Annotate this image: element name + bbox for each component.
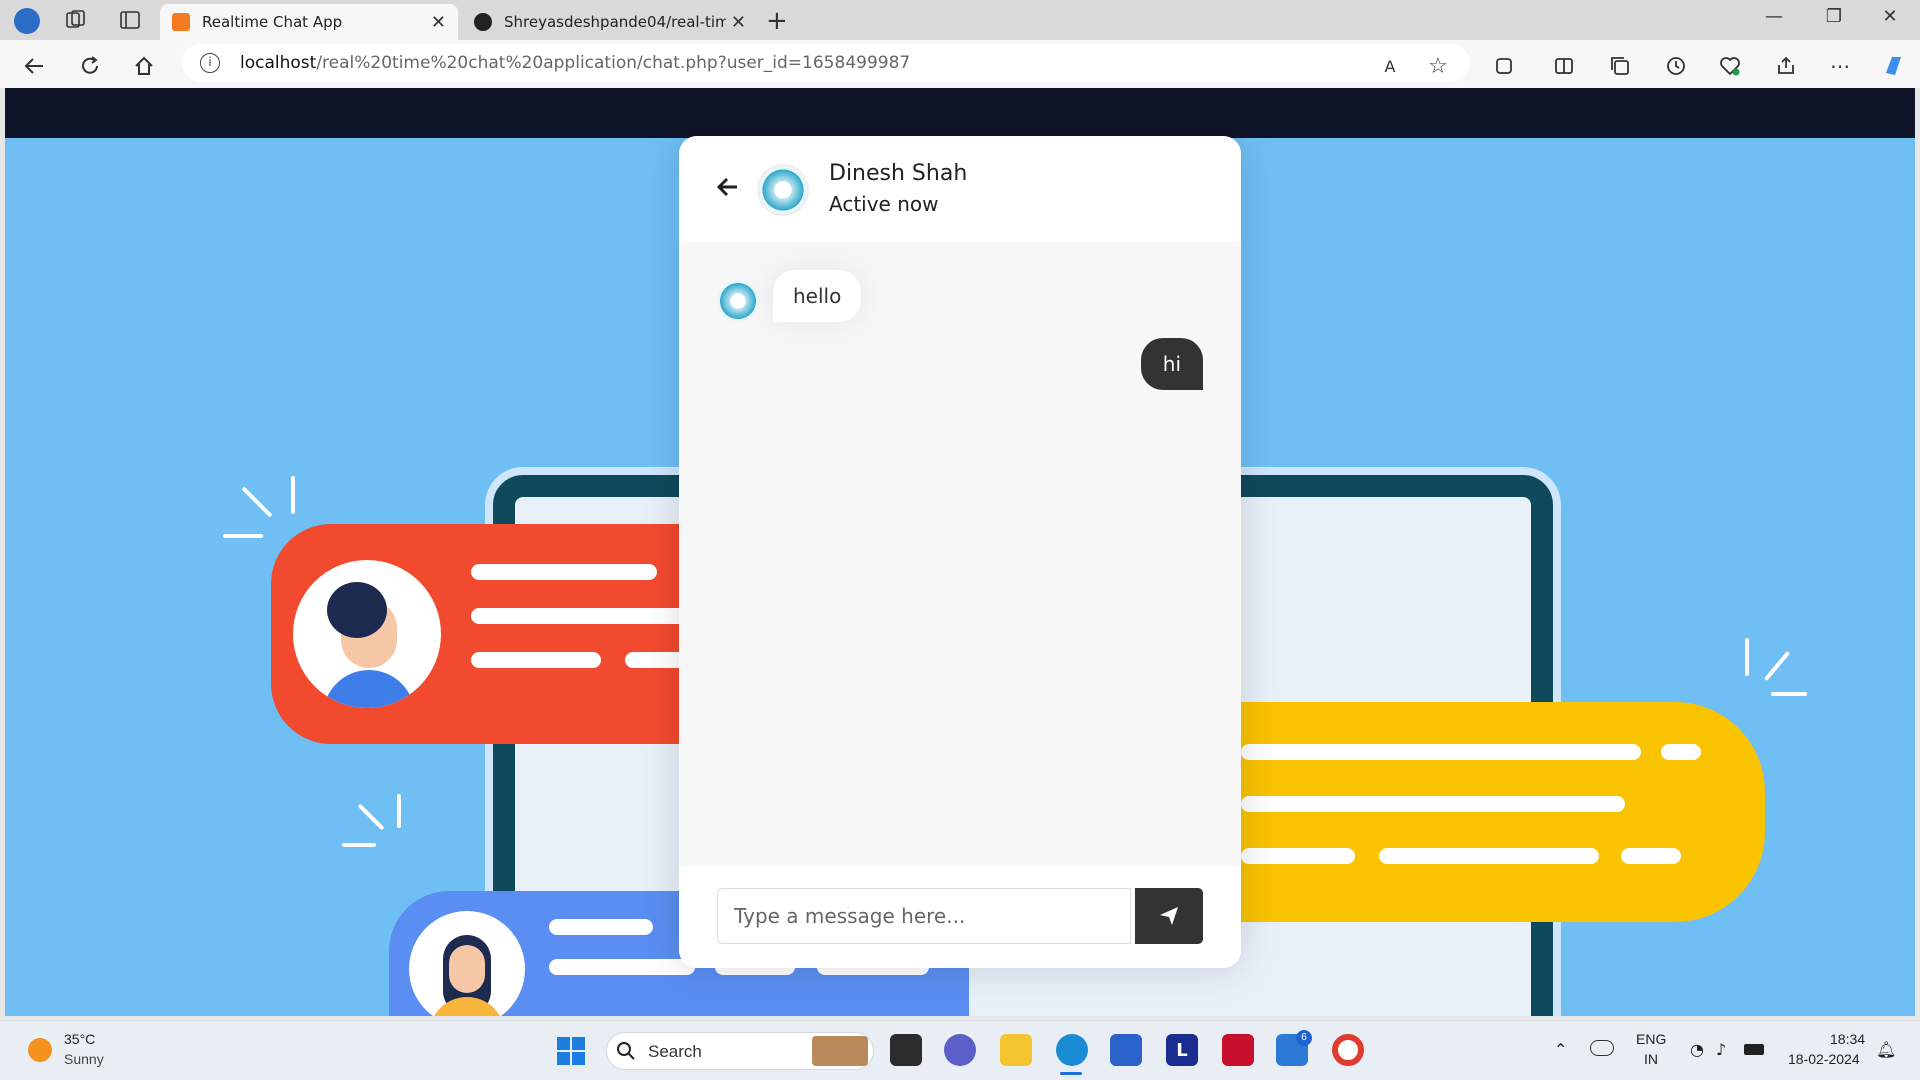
back-icon[interactable] — [20, 52, 48, 80]
tab-actions-icon[interactable] — [118, 8, 142, 32]
wifi-icon[interactable]: ◔ — [1690, 1040, 1704, 1059]
chat-window: Dinesh Shah Active now hello hi — [679, 136, 1241, 968]
site-header-strip — [5, 88, 1915, 138]
chat-header: Dinesh Shah Active now — [679, 136, 1241, 242]
yellow-message-illustration — [1151, 702, 1765, 922]
volume-icon[interactable]: ♪ — [1716, 1040, 1726, 1059]
windows-start-icon[interactable] — [556, 1036, 586, 1066]
tab-title: Realtime Chat App — [202, 13, 343, 31]
close-window-icon[interactable]: ✕ — [1862, 6, 1918, 27]
favorite-star-icon[interactable]: ☆ — [1424, 52, 1452, 80]
tray-overflow-icon[interactable]: ⌃ — [1554, 1040, 1567, 1059]
onedrive-cloud-icon[interactable] — [1590, 1040, 1614, 1056]
weather-sun-icon[interactable] — [28, 1038, 52, 1062]
taskview-icon[interactable] — [890, 1034, 922, 1066]
home-icon[interactable] — [130, 52, 158, 80]
microsoft-store-icon[interactable] — [1110, 1034, 1142, 1066]
notifications-bell-icon[interactable]: 🔔︎ — [1876, 1040, 1896, 1059]
new-tab-icon[interactable]: + — [766, 6, 788, 36]
workspaces-icon[interactable] — [64, 8, 88, 32]
url-text[interactable]: localhost/real%20time%20chat%20applicati… — [240, 53, 910, 73]
share-icon[interactable] — [1772, 52, 1800, 80]
send-button[interactable] — [1135, 888, 1203, 944]
clock-date[interactable]: 18-02-2024 — [1788, 1051, 1860, 1067]
weather-temp[interactable]: 35°C — [64, 1031, 95, 1047]
region-label[interactable]: IN — [1644, 1051, 1658, 1067]
browser-essentials-icon[interactable] — [1716, 52, 1744, 80]
close-tab-icon[interactable]: ✕ — [431, 12, 446, 33]
clock-time[interactable]: 18:34 — [1830, 1031, 1865, 1047]
github-icon — [474, 13, 492, 31]
read-aloud-icon[interactable]: A — [1376, 52, 1404, 80]
chat-input-area — [679, 866, 1241, 968]
collections-icon[interactable] — [1606, 52, 1634, 80]
chrome-icon[interactable] — [1332, 1034, 1364, 1066]
language-label[interactable]: ENG — [1636, 1031, 1666, 1047]
back-arrow-icon[interactable] — [715, 174, 741, 200]
refresh-icon[interactable] — [76, 52, 104, 80]
incoming-message: hello — [773, 270, 862, 322]
active-app-indicator — [1060, 1072, 1082, 1075]
close-tab-icon[interactable]: ✕ — [731, 12, 746, 33]
profile-avatar-icon[interactable] — [14, 8, 40, 34]
chat-messages: hello hi — [679, 242, 1241, 866]
mcafee-icon[interactable] — [1222, 1034, 1254, 1066]
weather-desc[interactable]: Sunny — [64, 1051, 104, 1067]
site-info-icon[interactable]: i — [200, 53, 220, 73]
search-icon — [616, 1041, 636, 1061]
more-options-icon[interactable]: ⋯ — [1826, 52, 1854, 80]
copilot-icon[interactable] — [1880, 52, 1908, 80]
xampp-icon — [172, 13, 190, 31]
chat-user-status: Active now — [829, 192, 939, 216]
history-icon[interactable] — [1662, 52, 1690, 80]
minimize-icon[interactable]: — — [1746, 6, 1802, 27]
split-screen-icon[interactable] — [1550, 52, 1578, 80]
battery-icon[interactable] — [1744, 1044, 1764, 1055]
woman-avatar-illustration — [409, 911, 525, 1016]
notification-badge: 6 — [1296, 1030, 1312, 1046]
edge-browser-icon[interactable] — [1056, 1034, 1088, 1066]
search-highlight-image — [812, 1036, 868, 1066]
l-app-icon[interactable]: L — [1166, 1034, 1198, 1066]
search-label: Search — [648, 1042, 702, 1061]
teams-meet-icon[interactable] — [944, 1034, 976, 1066]
user-avatar — [757, 164, 809, 216]
send-icon — [1160, 907, 1178, 925]
message-input[interactable] — [717, 888, 1131, 944]
restore-icon[interactable]: ❐ — [1806, 6, 1862, 27]
woman-avatar-illustration — [293, 560, 441, 708]
extensions-icon[interactable] — [1490, 52, 1518, 80]
tab-title: Shreyasdeshpande04/real-time-c — [504, 13, 726, 31]
tab-realtime-chat[interactable]: Realtime Chat App ✕ — [160, 4, 458, 40]
file-explorer-icon[interactable] — [1000, 1034, 1032, 1066]
chat-user-name: Dinesh Shah — [829, 161, 968, 186]
outgoing-message: hi — [1140, 338, 1203, 390]
tab-github[interactable]: Shreyasdeshpande04/real-time-c ✕ — [462, 4, 758, 40]
sender-avatar — [717, 280, 759, 322]
